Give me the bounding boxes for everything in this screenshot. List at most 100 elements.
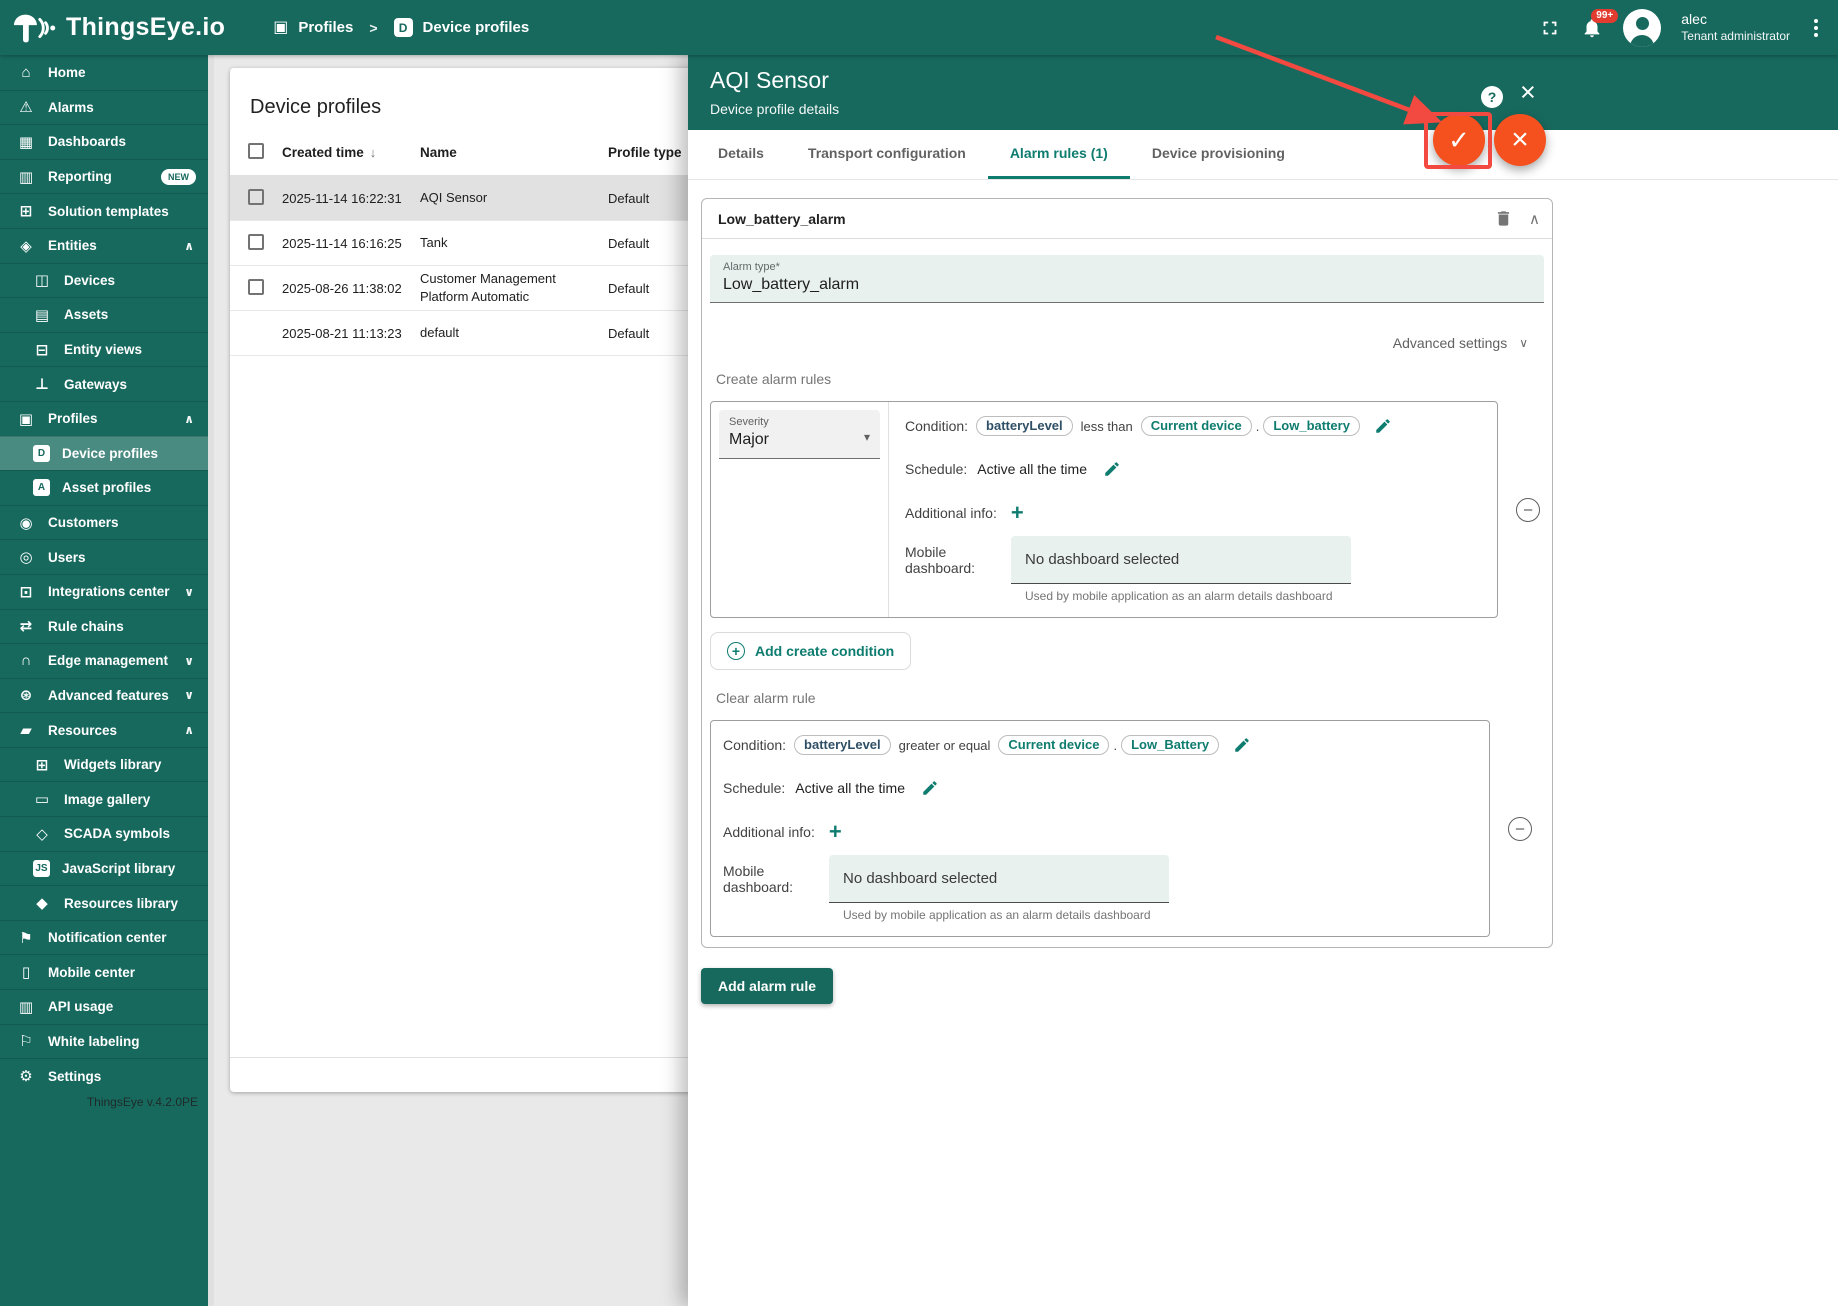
sidebar-item-scada-symbols[interactable]: ◇SCADA symbols [0,816,208,851]
sidebar-item-rule-chains[interactable]: ⇄Rule chains [0,609,208,644]
sidebar-item-image-gallery[interactable]: ▭Image gallery [0,781,208,816]
sidebar-item-edge-management[interactable]: ∩Edge management∨ [0,643,208,678]
sidebar-item-widgets-library[interactable]: ⊞Widgets library [0,747,208,782]
sidebar-item-users[interactable]: ◎Users [0,539,208,574]
edit-condition-button[interactable] [1374,417,1392,435]
row-checkbox[interactable] [248,189,264,205]
sidebar-item-label: Image gallery [64,792,200,807]
add-alarm-rule-button[interactable]: Add alarm rule [701,968,833,1004]
remove-clear-condition-button[interactable]: – [1508,817,1532,841]
device-profile-details-panel: AQI Sensor Device profile details ? × De… [688,55,1838,1306]
white-labeling-icon: ⚐ [16,1032,36,1050]
breadcrumb-device-profiles[interactable]: Device profiles [423,19,530,36]
sidebar-item-profiles[interactable]: ▣Profiles∧ [0,401,208,436]
sidebar-item-device-profiles[interactable]: DDevice profiles [0,436,208,471]
user-info[interactable]: alec Tenant administrator [1681,11,1790,44]
advanced-settings-toggle[interactable]: Advanced settings ∨ [710,335,1534,351]
close-icon[interactable]: × [1520,79,1536,106]
sidebar-item-gateways[interactable]: ⊥Gateways [0,366,208,401]
sidebar-item-mobile-center[interactable]: ▯Mobile center [0,954,208,989]
row-checkbox[interactable] [248,279,264,295]
sidebar-item-customers[interactable]: ◉Customers [0,505,208,540]
edit-schedule-button[interactable] [921,779,939,797]
severity-select[interactable]: Severity Major ▾ [719,410,880,459]
add-additional-info-button[interactable]: + [829,821,842,843]
condition-value-chip: Low_Battery [1121,735,1219,755]
sidebar-item-assets[interactable]: ▤Assets [0,297,208,332]
sidebar-item-white-labeling[interactable]: ⚐White labeling [0,1024,208,1059]
collapse-alarm-rule-icon[interactable]: ∧ [1529,210,1540,228]
sidebar-item-label: Rule chains [48,619,200,634]
column-name[interactable]: Name [420,145,608,160]
app-header: ThingsEye.io ▣ Profiles > D Device profi… [0,0,1838,55]
user-name: alec [1681,11,1790,29]
sidebar-scrollbar[interactable] [208,55,214,1306]
sidebar-item-label: Integrations center [48,584,184,599]
sidebar-item-solution-templates[interactable]: ⊞Solution templates [0,193,208,228]
sidebar-item-label: SCADA symbols [64,826,200,841]
breadcrumb-profiles[interactable]: Profiles [298,19,353,36]
check-icon: ✓ [1448,125,1470,156]
sort-desc-icon: ↓ [370,145,377,160]
new-badge: NEW [161,169,196,185]
select-all-checkbox[interactable] [248,143,264,159]
create-alarm-rules-label: Create alarm rules [716,371,1544,387]
severity-value: Major [729,431,870,449]
sidebar-item-label: Gateways [64,377,200,392]
sidebar-item-api-usage[interactable]: ▥API usage [0,989,208,1024]
app-root: ThingsEye.io ▣ Profiles > D Device profi… [0,0,1838,1306]
sidebar-item-settings[interactable]: ⚙Settings [0,1058,208,1093]
tab-alarm-rules-1[interactable]: Alarm rules (1) [988,130,1130,179]
add-additional-info-button[interactable]: + [1011,502,1024,524]
sidebar-item-alarms[interactable]: ⚠Alarms [0,90,208,125]
mobile-dashboard-select[interactable]: No dashboard selected [1011,536,1351,584]
alarm-rule-name: Low_battery_alarm [718,211,1494,227]
chevron-down-icon: ∨ [184,654,194,668]
more-menu-button[interactable] [1810,15,1822,41]
sidebar-item-devices[interactable]: ◫Devices [0,263,208,298]
edit-schedule-button[interactable] [1103,460,1121,478]
add-create-condition-button[interactable]: + Add create condition [710,632,911,670]
delete-alarm-rule-button[interactable] [1494,209,1513,228]
sidebar-item-label: Assets [64,307,200,322]
sidebar-item-notification-center[interactable]: ⚑Notification center [0,920,208,955]
sidebar-item-integrations-center[interactable]: ⊡Integrations center∨ [0,574,208,609]
column-created-time[interactable]: Created time ↓ [282,145,420,160]
tab-device-provisioning[interactable]: Device provisioning [1130,130,1307,179]
sidebar-item-dashboards[interactable]: ▦Dashboards [0,124,208,159]
tab-details[interactable]: Details [696,130,786,179]
sidebar-item-asset-profiles[interactable]: AAsset profiles [0,470,208,505]
sidebar-item-label: Asset profiles [62,480,200,495]
edit-condition-button[interactable] [1233,736,1251,754]
tab-transport-configuration[interactable]: Transport configuration [786,130,988,179]
alarm-type-field[interactable]: Alarm type* Low_battery_alarm [710,255,1544,303]
sidebar-item-entity-views[interactable]: ⊟Entity views [0,332,208,367]
sidebar-item-label: API usage [48,999,200,1014]
sidebar-item-entities[interactable]: ◈Entities∧ [0,228,208,263]
brand-logo[interactable]: ThingsEye.io [12,11,225,45]
condition-label: Condition: [723,737,786,753]
sidebar-item-home[interactable]: ⌂Home [0,55,208,90]
sidebar-item-javascript-library[interactable]: JSJavaScript library [0,851,208,886]
sidebar-item-label: Entities [48,238,184,253]
fullscreen-button[interactable] [1539,17,1561,39]
row-checkbox[interactable] [248,234,264,250]
mobile-dashboard-select[interactable]: No dashboard selected [829,855,1169,903]
remove-create-condition-button[interactable]: – [1516,498,1540,522]
cell-created-time: 2025-08-21 11:13:23 [282,326,420,341]
resources-icon: ▰ [16,721,36,739]
schedule-label: Schedule: [723,780,785,796]
entities-icon: ◈ [16,237,36,255]
help-icon[interactable]: ? [1481,86,1503,108]
sidebar-item-advanced-features[interactable]: ⊛Advanced features∨ [0,678,208,713]
sidebar-item-resources[interactable]: ▰Resources∧ [0,712,208,747]
discard-changes-button[interactable]: × [1494,114,1546,166]
user-avatar[interactable] [1623,9,1661,47]
sidebar-item-label: Customers [48,515,200,530]
sidebar: ⌂Home⚠Alarms▦Dashboards▥ReportingNEW⊞Sol… [0,55,208,1306]
notifications-button[interactable]: 99+ [1581,17,1603,39]
apply-changes-button[interactable]: ✓ [1433,114,1485,166]
sidebar-item-reporting[interactable]: ▥ReportingNEW [0,159,208,194]
chevron-down-icon: ∨ [1519,336,1528,350]
sidebar-item-resources-library[interactable]: ◆Resources library [0,885,208,920]
